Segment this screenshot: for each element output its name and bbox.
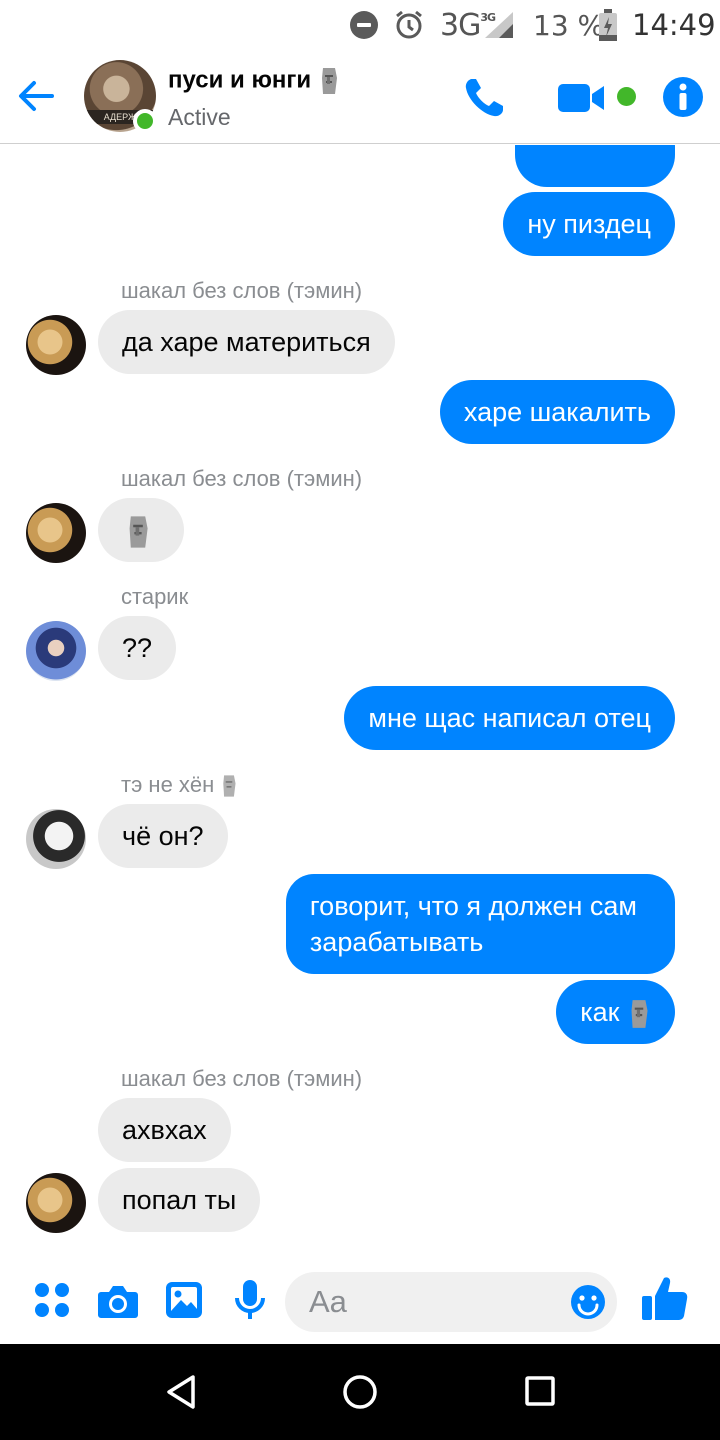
camera-icon[interactable] xyxy=(97,1282,139,1325)
video-online-indicator xyxy=(617,87,636,106)
avatar[interactable] xyxy=(26,315,86,375)
message-bubble-incoming[interactable]: попал ты xyxy=(98,1168,261,1232)
message-input[interactable]: Aa xyxy=(285,1272,617,1332)
moai-icon xyxy=(321,68,337,94)
chat-status: Active xyxy=(168,104,231,130)
chat-header: АДЕРЖ пуси и юнги Active xyxy=(0,50,720,144)
message-bubble-outgoing[interactable] xyxy=(515,145,675,187)
avatar[interactable] xyxy=(26,809,86,869)
info-icon[interactable] xyxy=(663,77,703,117)
phone-icon[interactable] xyxy=(462,76,506,120)
like-icon[interactable] xyxy=(640,1274,690,1329)
message-bubble-outgoing[interactable]: харе шакалить xyxy=(439,380,675,444)
chat-title-text: пуси и юнги xyxy=(168,66,312,94)
online-indicator xyxy=(133,109,157,133)
avatar[interactable] xyxy=(26,503,86,563)
gallery-icon[interactable] xyxy=(164,1280,204,1325)
more-grid-icon[interactable] xyxy=(34,1282,70,1323)
avatar[interactable] xyxy=(26,1173,86,1233)
message-list[interactable]: ну пиздец шакал без слов (тэмин) да харе… xyxy=(0,145,720,1255)
message-bubble-outgoing[interactable]: мне щас написал отец xyxy=(344,686,675,750)
avatar[interactable] xyxy=(26,621,86,681)
moai-icon xyxy=(631,1000,648,1028)
message-bubble-incoming[interactable] xyxy=(98,498,184,562)
signal-icon xyxy=(483,0,515,50)
sender-name: старик xyxy=(121,584,189,609)
microphone-icon[interactable] xyxy=(232,1278,268,1327)
sender-name: шакал без слов (тэмин) xyxy=(121,466,363,491)
nav-home-icon[interactable] xyxy=(342,1374,378,1415)
navigation-bar xyxy=(0,1344,720,1440)
message-bubble-incoming[interactable]: да харе материться xyxy=(98,310,395,374)
moai-icon xyxy=(129,516,148,548)
do-not-disturb-icon xyxy=(350,0,380,50)
emoji-icon[interactable] xyxy=(570,1284,606,1325)
clock: 14:49 xyxy=(632,8,716,42)
battery-icon xyxy=(598,0,618,50)
message-bubble-incoming[interactable]: ?? xyxy=(98,616,177,680)
status-bar: 3G 3G 13 % 14:49 xyxy=(0,0,720,50)
composer: Aa xyxy=(0,1258,720,1344)
video-camera-icon[interactable] xyxy=(556,78,606,118)
nav-recents-icon[interactable] xyxy=(525,1376,555,1411)
sender-name: шакал без слов (тэмин) xyxy=(121,278,363,303)
message-bubble-outgoing[interactable]: ну пиздец xyxy=(503,192,675,256)
back-arrow-icon[interactable] xyxy=(16,76,56,116)
battery-percent: 13 % xyxy=(533,8,605,42)
message-input-placeholder: Aa xyxy=(309,1284,347,1319)
nav-back-icon[interactable] xyxy=(165,1374,197,1415)
message-bubble-outgoing[interactable]: говорит, что я должен сам зарабатывать xyxy=(285,874,675,974)
sender-name: тэ не хён xyxy=(121,772,238,799)
message-bubble-outgoing[interactable]: как xyxy=(556,980,675,1044)
alarm-icon xyxy=(393,0,427,50)
chat-title[interactable]: пуси и юнги xyxy=(168,66,340,96)
message-bubble-incoming[interactable]: ахвхах xyxy=(98,1098,231,1162)
message-bubble-incoming[interactable]: чё он? xyxy=(98,804,228,868)
sender-name: шакал без слов (тэмин) xyxy=(121,1066,363,1091)
moai-icon xyxy=(223,775,236,797)
